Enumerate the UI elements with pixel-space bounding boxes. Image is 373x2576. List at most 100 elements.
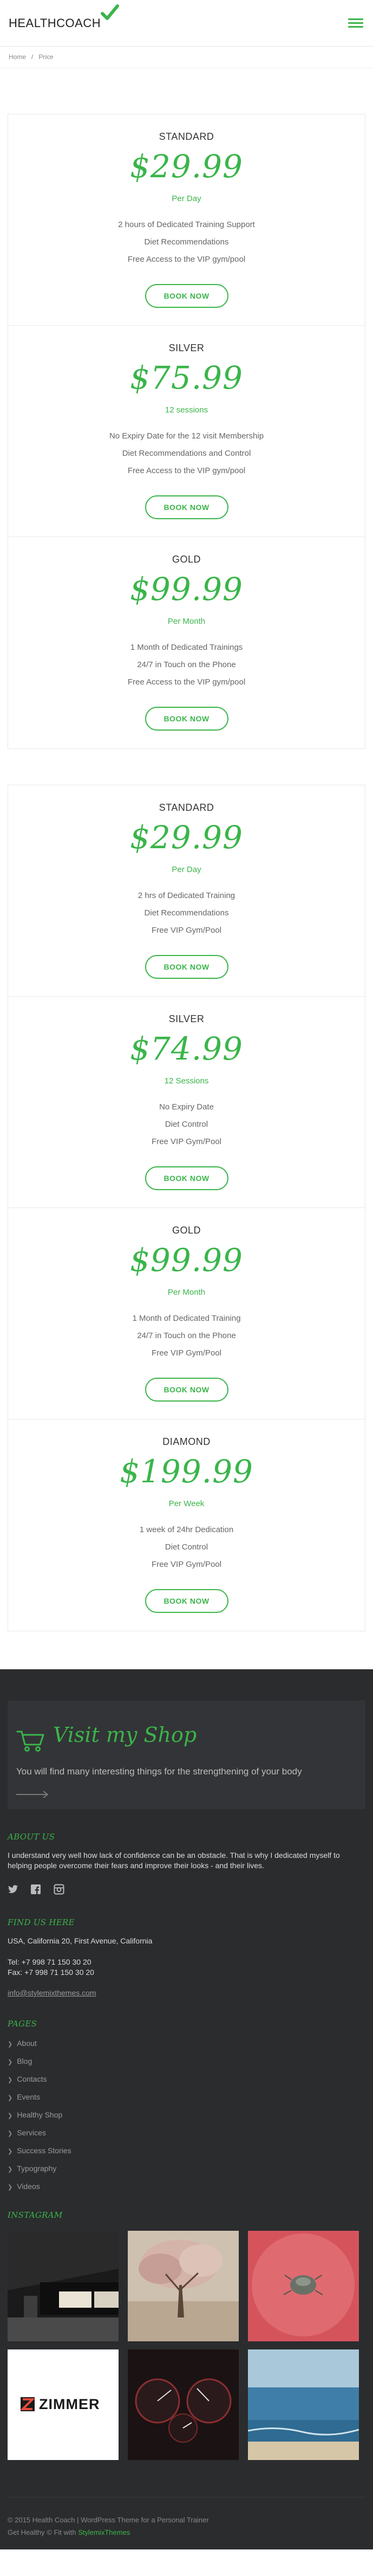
- site-footer: Visit my Shop You will find many interes…: [0, 1669, 373, 2549]
- plan-feature: 1 week of 24hr Dedication: [139, 1525, 234, 1534]
- site-logo[interactable]: HEALTHCOACH: [9, 16, 101, 30]
- book-now-button[interactable]: BOOK NOW: [145, 1589, 228, 1613]
- plan-features: No Expiry Date Diet Control Free VIP Gym…: [8, 1099, 365, 1151]
- pages-heading: PAGES: [8, 2019, 37, 2029]
- plan-price: $74.99: [130, 1030, 243, 1067]
- chevron-right-icon: ❯: [8, 2041, 13, 2048]
- plan-price: $99.99: [130, 571, 243, 608]
- book-now-button[interactable]: BOOK NOW: [145, 1378, 228, 1402]
- shop-promo-panel[interactable]: Visit my Shop You will find many interes…: [8, 1701, 365, 1809]
- plan-name: STANDARD: [159, 802, 214, 813]
- pages-list: ❯ About ❯ Blog ❯ Contacts ❯ Events ❯ Healthy …: [8, 2038, 365, 2199]
- page-link-contacts[interactable]: ❯ Contacts: [8, 2074, 365, 2092]
- chevron-right-icon: ❯: [8, 2166, 13, 2173]
- plan-feature: Diet Control: [165, 1542, 208, 1552]
- plan-price: $29.99: [130, 148, 243, 185]
- breadcrumb-separator: /: [31, 53, 34, 61]
- pages-section: PAGES ❯ About ❯ Blog ❯ Contacts ❯ Events ❯ He…: [8, 1998, 365, 2199]
- instagram-photo-dashboard[interactable]: [128, 2349, 239, 2460]
- chevron-right-icon: ❯: [8, 2059, 13, 2065]
- page-link-typography[interactable]: ❯ Typography: [8, 2164, 365, 2181]
- plan-feature: Free Access to the VIP gym/pool: [127, 677, 246, 687]
- instagram-section: INSTAGRAM ZIMMER: [8, 2199, 365, 2460]
- book-now-button[interactable]: BOOK NOW: [145, 955, 228, 979]
- plan-features: 1 Month of Dedicated Trainings 24/7 in T…: [8, 639, 365, 691]
- plan-name: GOLD: [172, 554, 201, 565]
- site-header: HEALTHCOACH: [0, 0, 373, 47]
- instagram-photo-sea[interactable]: [248, 2349, 359, 2460]
- page-link-events[interactable]: ❯ Events: [8, 2092, 365, 2110]
- phone-text: Tel: +7 998 71 150 30 20: [8, 1958, 91, 1966]
- address-text: USA, California 20, First Avenue, Califo…: [8, 1936, 153, 1945]
- about-heading: ABOUT US: [8, 1832, 55, 1842]
- plan-card-gold: GOLD $99.99 Per Month 1 Month of Dedicat…: [8, 537, 365, 748]
- book-now-button[interactable]: BOOK NOW: [145, 707, 228, 731]
- page-link-services[interactable]: ❯ Services: [8, 2128, 365, 2146]
- plan-card-silver: SILVER $74.99 12 Sessions No Expiry Date…: [8, 997, 365, 1208]
- instagram-icon[interactable]: [54, 1884, 64, 1895]
- plan-name: GOLD: [172, 1225, 201, 1236]
- plan-feature: 2 hours of Dedicated Training Support: [118, 220, 255, 229]
- plan-feature: Free Access to the VIP gym/pool: [127, 466, 246, 475]
- breadcrumb-home-link[interactable]: Home: [9, 53, 26, 61]
- chevron-right-icon: ❯: [8, 2148, 13, 2155]
- facebook-icon[interactable]: [30, 1884, 41, 1895]
- shop-title: Visit my Shop: [53, 1723, 197, 1747]
- shop-description: You will find many interesting things fo…: [16, 1766, 302, 1777]
- shopping-cart-icon: [16, 1731, 44, 1752]
- page-link-healthy-shop[interactable]: ❯ Healthy Shop: [8, 2110, 365, 2128]
- book-now-button[interactable]: BOOK NOW: [145, 495, 228, 519]
- page-link-success-stories[interactable]: ❯ Success Stories: [8, 2146, 365, 2164]
- chevron-right-icon: ❯: [8, 2130, 13, 2137]
- plan-feature: 1 Month of Dedicated Training: [132, 1314, 241, 1323]
- plan-card-diamond: DIAMOND $199.99 Per Week 1 week of 24hr …: [8, 1419, 365, 1631]
- plan-period: 12 sessions: [165, 405, 208, 415]
- instagram-photo-zimmer[interactable]: ZIMMER: [8, 2349, 119, 2460]
- plan-price: $199.99: [120, 1453, 253, 1490]
- page-link-videos[interactable]: ❯ Videos: [8, 2181, 365, 2199]
- page-link-about[interactable]: ❯ About: [8, 2038, 365, 2056]
- plan-period: Per Day: [172, 865, 201, 874]
- plan-feature: 2 hrs of Dedicated Training: [138, 891, 235, 900]
- plan-feature: Free VIP Gym/Pool: [152, 1137, 221, 1146]
- chevron-right-icon: ❯: [8, 2077, 13, 2083]
- email-link[interactable]: info@stylemixthemes.com: [8, 1989, 96, 1997]
- plan-feature: Diet Recommendations: [144, 237, 229, 247]
- credits-line: Get Healthy © Fit with StylemixThemes: [8, 2528, 130, 2536]
- instagram-photo-building[interactable]: [8, 2231, 119, 2341]
- chevron-right-icon: ❯: [8, 2113, 13, 2119]
- plan-feature: 1 Month of Dedicated Trainings: [130, 643, 243, 652]
- find-us-heading: FIND US HERE: [8, 1918, 75, 1927]
- page-link-blog[interactable]: ❯ Blog: [8, 2056, 365, 2074]
- book-now-button[interactable]: BOOK NOW: [145, 284, 228, 308]
- copyright-line: © 2015 Health Coach | WordPress Theme fo…: [8, 2516, 209, 2524]
- contact-info: USA, California 20, First Avenue, Califo…: [8, 1936, 365, 1978]
- plan-card-gold: GOLD $99.99 Per Month 1 Month of Dedicat…: [8, 1208, 365, 1419]
- plan-feature: No Expiry Date for the 12 visit Membersh…: [109, 431, 264, 441]
- stylemix-link[interactable]: StylemixThemes: [78, 2528, 130, 2536]
- plan-features: 1 Month of Dedicated Training 24/7 in To…: [8, 1310, 365, 1362]
- book-now-button[interactable]: BOOK NOW: [145, 1166, 228, 1190]
- plan-feature: Free VIP Gym/Pool: [152, 1348, 221, 1358]
- pricing-table-2: STANDARD $29.99 Per Day 2 hrs of Dedicat…: [8, 785, 365, 1631]
- breadcrumb-current: Price: [38, 53, 54, 61]
- fax-text: Fax: +7 998 71 150 30 20: [8, 1968, 94, 1977]
- hamburger-icon[interactable]: [348, 18, 363, 28]
- plan-period: 12 Sessions: [164, 1076, 209, 1086]
- about-section: ABOUT US I understand very well how lack…: [8, 1810, 365, 1897]
- twitter-icon[interactable]: [8, 1884, 18, 1895]
- plan-name: DIAMOND: [162, 1436, 211, 1447]
- about-text: I understand very well how lack of confi…: [8, 1851, 340, 1870]
- plan-card-standard: STANDARD $29.99 Per Day 2 hours of Dedic…: [8, 114, 365, 326]
- instagram-photo-beetle[interactable]: [248, 2231, 359, 2341]
- social-links: [8, 1884, 365, 1897]
- plan-feature: Free VIP Gym/Pool: [152, 1560, 221, 1569]
- arrow-right-icon[interactable]: [15, 1791, 50, 1798]
- zimmer-logo-text: ZIMMER: [39, 2396, 100, 2412]
- chevron-right-icon: ❯: [8, 2184, 13, 2191]
- instagram-heading: INSTAGRAM: [8, 2210, 63, 2220]
- instagram-photo-tree[interactable]: [128, 2231, 239, 2341]
- plan-feature: No Expiry Date: [159, 1102, 214, 1112]
- plan-name: SILVER: [168, 1013, 205, 1024]
- plan-feature: Free Access to the VIP gym/pool: [127, 255, 246, 264]
